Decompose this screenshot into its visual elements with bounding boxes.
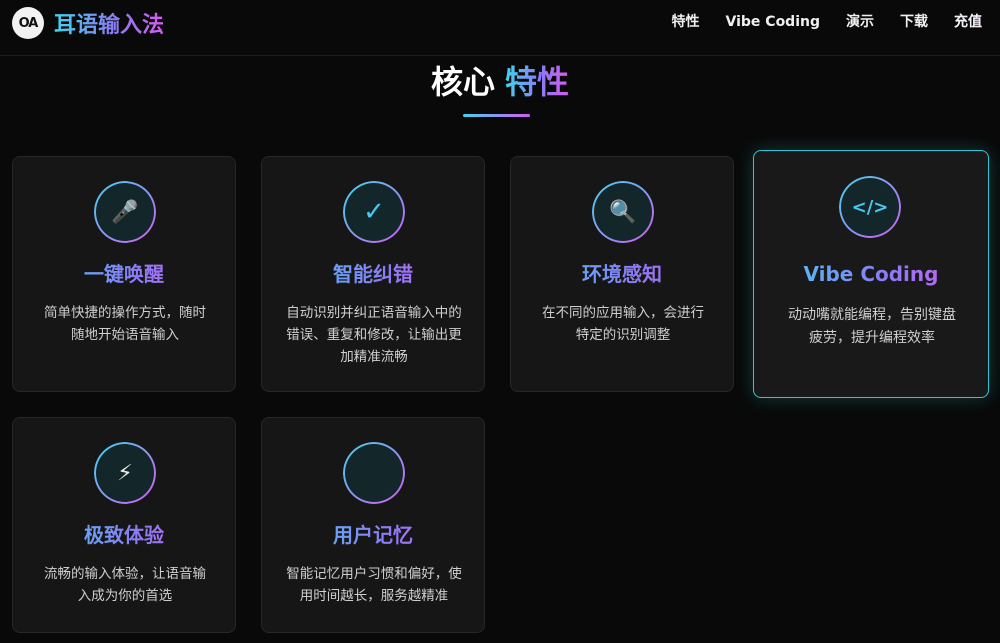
nav-item-demo[interactable]: 演示 bbox=[846, 12, 874, 32]
feature-card-vibe-coding[interactable]: </> Vibe Coding 动动嘴就能编程，告别键盘疲劳，提升编程效率 bbox=[753, 150, 989, 398]
feature-card-memory[interactable]: 用户记忆 智能记忆用户习惯和偏好，使用时间越长，服务越精准 bbox=[261, 417, 485, 633]
logo-icon: OA bbox=[12, 7, 44, 39]
feature-description: 智能记忆用户习惯和偏好，使用时间越长，服务越精准 bbox=[286, 566, 462, 604]
checkmark-icon: ✓ bbox=[343, 181, 405, 243]
title-underline bbox=[463, 114, 530, 117]
feature-title: 一键唤醒 bbox=[13, 260, 235, 288]
nav-item-vibe-coding[interactable]: Vibe Coding bbox=[726, 12, 820, 32]
feature-description: 动动嘴就能编程，告别键盘疲劳，提升编程效率 bbox=[788, 307, 956, 346]
feature-description: 在不同的应用输入，会进行特定的识别调整 bbox=[542, 305, 704, 343]
feature-description: 简单快捷的操作方式，随时随地开始语音输入 bbox=[44, 305, 206, 343]
nav-item-recharge[interactable]: 充值 bbox=[954, 12, 982, 32]
app-name: 耳语输入法 bbox=[54, 7, 164, 39]
section-title-accent: 特性 bbox=[505, 63, 570, 101]
nav-item-download[interactable]: 下载 bbox=[900, 12, 928, 32]
feature-card-context[interactable]: 🔍 环境感知 在不同的应用输入，会进行特定的识别调整 bbox=[510, 156, 734, 392]
nav-item-features[interactable]: 特性 bbox=[672, 12, 700, 32]
feature-title: 极致体验 bbox=[13, 521, 235, 549]
brand[interactable]: OA 耳语输入法 bbox=[12, 6, 164, 40]
lightning-icon: ⚡ bbox=[94, 442, 156, 504]
main-nav: 特性 Vibe Coding 演示 下载 充值 bbox=[672, 12, 982, 32]
magnifier-icon: 🔍 bbox=[592, 181, 654, 243]
feature-description: 流畅的输入体验，让语音输入成为你的首选 bbox=[44, 566, 206, 604]
feature-card-correction[interactable]: ✓ 智能纠错 自动识别并纠正语音输入中的错误、重复和修改，让输出更加精准流畅 bbox=[261, 156, 485, 392]
feature-title: 环境感知 bbox=[511, 260, 733, 288]
feature-description: 自动识别并纠正语音输入中的错误、重复和修改，让输出更加精准流畅 bbox=[286, 305, 462, 365]
top-navigation-bar: OA 耳语输入法 特性 Vibe Coding 演示 下载 充值 bbox=[0, 0, 1000, 56]
memory-icon bbox=[343, 442, 405, 504]
feature-title: 用户记忆 bbox=[262, 521, 484, 549]
section-title: 核心 特性 bbox=[0, 60, 1000, 104]
code-icon: </> bbox=[839, 176, 901, 238]
feature-card-experience[interactable]: ⚡ 极致体验 流畅的输入体验，让语音输入成为你的首选 bbox=[12, 417, 236, 633]
microphone-icon: 🎤 bbox=[94, 181, 156, 243]
section-title-plain: 核心 bbox=[430, 63, 495, 101]
feature-title: 智能纠错 bbox=[262, 260, 484, 288]
feature-title: Vibe Coding bbox=[754, 260, 988, 288]
feature-card-wake[interactable]: 🎤 一键唤醒 简单快捷的操作方式，随时随地开始语音输入 bbox=[12, 156, 236, 392]
